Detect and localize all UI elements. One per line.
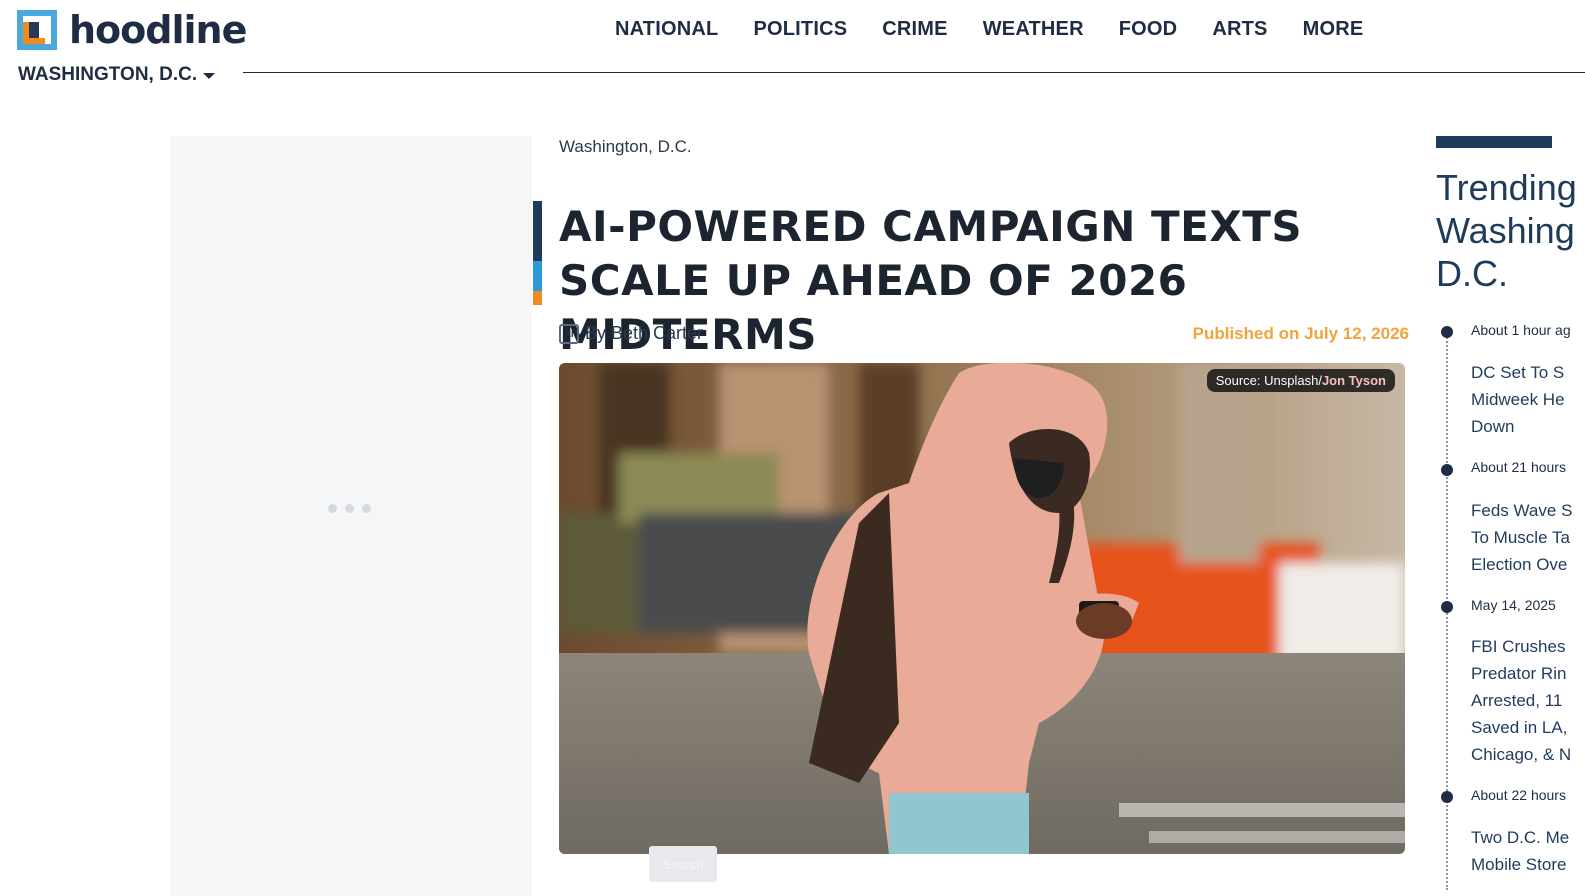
nav-national[interactable]: NATIONAL xyxy=(615,18,718,41)
ai-chip-icon: AI xyxy=(559,323,579,344)
trending-title-line: D.C. xyxy=(1436,253,1508,294)
hero-photo xyxy=(559,363,1405,854)
author-name[interactable]: By Beth Carter xyxy=(585,323,703,344)
trending-link-line: Saved in LA, xyxy=(1471,718,1568,737)
trending-time: About 22 hours xyxy=(1471,787,1566,803)
byline: AI By Beth Carter xyxy=(559,323,703,344)
headline-accent-bar xyxy=(533,201,542,305)
trending-link-line: Arrested, 11 xyxy=(1471,691,1563,710)
ad-placeholder xyxy=(170,136,532,896)
city-label: WASHINGTON, D.C. xyxy=(18,64,198,85)
trending-link-line: Feds Wave S xyxy=(1471,501,1573,520)
hoodline-logo-icon xyxy=(17,10,57,50)
header-divider xyxy=(243,72,1585,73)
trending-link[interactable]: Two D.C. Me Mobile Store xyxy=(1471,824,1585,878)
main-nav: NATIONAL POLITICS CRIME WEATHER FOOD ART… xyxy=(615,18,1363,41)
trending-time: About 21 hours xyxy=(1471,459,1566,475)
trending-link-line: Two D.C. Me xyxy=(1471,828,1570,847)
trending-link-line: Predator Rin xyxy=(1471,664,1567,683)
logo-text: hoodline xyxy=(69,8,247,52)
timeline-dot-icon xyxy=(1441,464,1453,476)
nav-weather[interactable]: WEATHER xyxy=(983,18,1084,41)
trending-link-line: Election Ove xyxy=(1471,555,1568,574)
trending-link[interactable]: Feds Wave S To Muscle Ta Election Ove xyxy=(1471,497,1585,578)
nav-politics[interactable]: POLITICS xyxy=(753,18,847,41)
trending-link-line: Chicago, & N xyxy=(1471,745,1572,764)
image-credit: Source: Unsplash/Jon Tyson xyxy=(1206,369,1395,392)
trending-time: May 14, 2025 xyxy=(1471,597,1556,613)
trending-link-line: DC Set To S xyxy=(1471,363,1565,382)
breadcrumb[interactable]: Washington, D.C. xyxy=(559,137,692,157)
nav-crime[interactable]: CRIME xyxy=(882,18,947,41)
trending-link-line: Mobile Store xyxy=(1471,855,1567,874)
trending-time: About 1 hour ag xyxy=(1471,322,1571,338)
publish-date: Published on July 12, 2026 xyxy=(1192,324,1409,343)
timeline-dot-icon xyxy=(1441,326,1453,338)
trending-link[interactable]: FBI Crushes Predator Rin Arrested, 11 Sa… xyxy=(1471,633,1585,768)
caret-down-icon xyxy=(203,73,216,79)
nav-arts[interactable]: ARTS xyxy=(1212,18,1267,41)
city-selector[interactable]: WASHINGTON, D.C. xyxy=(18,64,216,86)
trending-link-line: Down xyxy=(1471,417,1515,436)
timeline-dot-icon xyxy=(1441,791,1453,803)
trending-link[interactable]: DC Set To S Midweek He Down xyxy=(1471,359,1585,440)
image-credit-author[interactable]: Jon Tyson xyxy=(1322,373,1386,388)
loading-dots-icon xyxy=(328,504,371,513)
trending-link-line: FBI Crushes xyxy=(1471,637,1566,656)
trending-title-line: Trending xyxy=(1436,167,1577,208)
nav-food[interactable]: FOOD xyxy=(1119,18,1178,41)
trending-title-line: Washing xyxy=(1436,210,1575,251)
trending-accent-bar xyxy=(1436,136,1552,148)
nav-more[interactable]: MORE xyxy=(1303,18,1364,41)
hero-image: Source: Unsplash/Jon Tyson xyxy=(559,363,1405,854)
image-credit-source: Source: Unsplash/ xyxy=(1215,373,1322,388)
search-button[interactable]: Search xyxy=(649,846,717,882)
trending-link-line: To Muscle Ta xyxy=(1471,528,1570,547)
trending-title: Trending Washing D.C. xyxy=(1436,166,1585,295)
timeline-dot-icon xyxy=(1441,601,1453,613)
trending-link-line: Midweek He xyxy=(1471,390,1565,409)
site-logo[interactable]: hoodline xyxy=(17,8,247,52)
